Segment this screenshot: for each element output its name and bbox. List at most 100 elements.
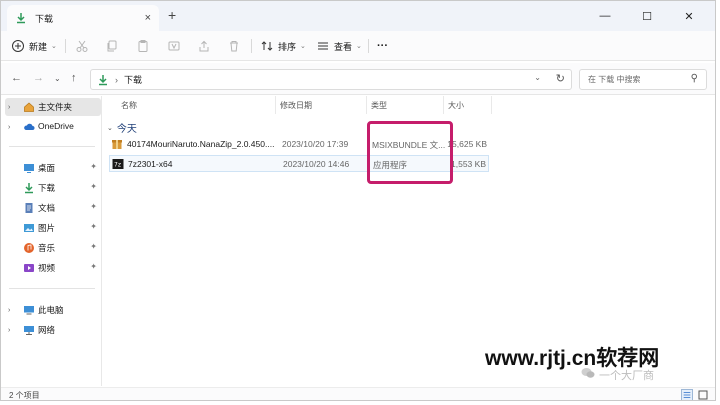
file-size: 1,553 KB — [451, 159, 486, 169]
back-arrow-icon[interactable]: ← — [11, 72, 22, 84]
sidebar-divider — [9, 288, 95, 289]
chevron-down-icon: ⌄ — [300, 43, 306, 50]
wechat-logo-icon — [581, 368, 595, 378]
pin-icon[interactable]: ✦ — [90, 162, 97, 171]
pin-icon[interactable]: ✦ — [90, 222, 97, 231]
delete-button[interactable] — [227, 36, 245, 56]
trash-icon — [230, 41, 238, 52]
status-bar: 2 个项目 — [1, 387, 715, 401]
recent-chevron-icon[interactable]: ⌄ — [54, 74, 61, 83]
pin-icon[interactable]: ✦ — [90, 242, 97, 251]
view-button[interactable]: 查看 ⌄ — [316, 36, 362, 56]
sidebar-item-music[interactable]: 音乐 ✦ — [1, 239, 101, 257]
tiles-view-icon[interactable] — [697, 389, 709, 401]
document-icon — [25, 203, 33, 213]
column-header-date[interactable]: 修改日期 — [280, 100, 312, 111]
computer-icon — [24, 306, 34, 315]
address-history-chevron-icon[interactable]: ⌄ — [534, 73, 541, 82]
sort-button[interactable]: 排序 ⌄ — [260, 36, 306, 56]
rename-icon — [168, 41, 180, 51]
paste-button[interactable] — [136, 36, 154, 56]
sidebar-item-label: 主文件夹 — [38, 102, 73, 112]
toolbar-divider — [65, 39, 66, 53]
view-button-label: 查看 — [334, 41, 353, 52]
sidebar-item-this-pc[interactable]: › 此电脑 — [1, 301, 101, 319]
column-header-size[interactable]: 大小 — [448, 100, 464, 111]
chevron-right-icon[interactable]: › — [8, 124, 10, 131]
file-date: 2023/10/20 17:39 — [282, 139, 349, 149]
sidebar-item-label: 音乐 — [38, 243, 56, 253]
tab-close-button[interactable]: × — [145, 11, 151, 25]
new-tab-button[interactable]: + — [168, 8, 176, 22]
new-button-label: 新建 — [29, 41, 48, 52]
copy-icon — [107, 40, 117, 52]
sort-arrows-icon — [261, 41, 273, 51]
tab-downloads[interactable]: 下载 × — [7, 5, 159, 31]
up-arrow-icon[interactable]: ↑ — [71, 72, 77, 84]
address-bar[interactable]: › 下载 ⌄ ↻ — [90, 69, 572, 90]
rename-button[interactable] — [167, 36, 185, 56]
cloud-icon — [24, 123, 35, 130]
item-count: 2 个项目 — [9, 391, 40, 400]
sidebar-item-videos[interactable]: 视频 ✦ — [1, 259, 101, 277]
desktop-icon — [24, 164, 34, 173]
download-folder-icon — [99, 74, 107, 85]
more-options-button[interactable]: ··· — [377, 36, 388, 56]
column-header-name[interactable]: 名称 — [121, 100, 137, 111]
sidebar-item-label: 视频 — [38, 263, 56, 273]
search-input[interactable]: 在 下载 中搜索 ⚲ — [579, 69, 707, 90]
chevron-right-icon[interactable]: › — [8, 327, 10, 334]
pin-icon[interactable]: ✦ — [90, 262, 97, 271]
details-view-icon[interactable] — [681, 389, 693, 401]
chevron-right-icon[interactable]: › — [8, 307, 10, 314]
sidebar-item-home[interactable]: › 主文件夹 — [5, 98, 101, 116]
breadcrumb-location[interactable]: 下载 — [124, 73, 142, 86]
download-icon — [25, 183, 33, 194]
type-column-highlight-box — [367, 121, 453, 184]
sidebar-item-downloads[interactable]: 下载 ✦ — [1, 179, 101, 197]
new-button[interactable]: 新建 ⌄ — [11, 36, 57, 56]
chevron-right-icon[interactable]: › — [8, 104, 10, 111]
download-folder-icon — [17, 13, 25, 24]
cut-button[interactable] — [75, 36, 93, 56]
tab-label: 下载 — [35, 13, 54, 24]
sidebar-item-onedrive[interactable]: › OneDrive — [1, 118, 101, 136]
7zip-icon: 7z — [112, 159, 124, 169]
view-list-icon — [318, 42, 328, 50]
column-divider[interactable] — [491, 96, 492, 114]
file-explorer-window: 下载 × + — ☐ ✕ 新建 ⌄ 排序 ⌄ 查看 ⌄ ··· ← → ⌄ ↑ … — [0, 0, 716, 401]
clipboard-icon — [138, 40, 148, 52]
column-header-type[interactable]: 类型 — [371, 100, 387, 111]
column-divider[interactable] — [443, 96, 444, 114]
column-divider[interactable] — [275, 96, 276, 114]
file-size: 15,625 KB — [447, 139, 487, 149]
refresh-icon[interactable]: ↻ — [556, 72, 565, 85]
pin-icon[interactable]: ✦ — [90, 202, 97, 211]
address-row: ← → ⌄ ↑ › 下载 ⌄ ↻ 在 下载 中搜索 ⚲ — [1, 63, 715, 95]
sidebar-item-label: 图片 — [38, 223, 56, 233]
sidebar-divider — [9, 146, 95, 147]
toolbar-divider — [368, 39, 369, 53]
share-button[interactable] — [197, 36, 215, 56]
group-label: 今天 — [116, 124, 137, 135]
forward-arrow-icon[interactable]: → — [33, 72, 44, 84]
sidebar-item-pictures[interactable]: 图片 ✦ — [1, 219, 101, 237]
sidebar-item-desktop[interactable]: 桌面 ✦ — [1, 159, 101, 177]
share-icon — [199, 40, 209, 52]
sidebar-item-network[interactable]: › 网络 — [1, 321, 101, 339]
column-divider[interactable] — [366, 96, 367, 114]
sidebar-item-label: 文档 — [38, 203, 56, 213]
network-icon — [24, 326, 34, 335]
copy-button[interactable] — [105, 36, 123, 56]
sidebar-item-label: 网络 — [38, 325, 56, 335]
maximize-button[interactable]: ☐ — [627, 1, 667, 31]
scissors-icon — [76, 40, 88, 52]
pin-icon[interactable]: ✦ — [90, 182, 97, 191]
title-bar: 下载 × + — ☐ ✕ — [1, 1, 715, 31]
sidebar-item-documents[interactable]: 文档 ✦ — [1, 199, 101, 217]
close-window-button[interactable]: ✕ — [669, 1, 709, 31]
minimize-button[interactable]: — — [585, 1, 625, 31]
group-header-today[interactable]: ⌄ 今天 — [107, 120, 137, 135]
sort-button-label: 排序 — [278, 41, 297, 52]
chevron-down-icon[interactable]: ⌄ — [107, 124, 113, 132]
